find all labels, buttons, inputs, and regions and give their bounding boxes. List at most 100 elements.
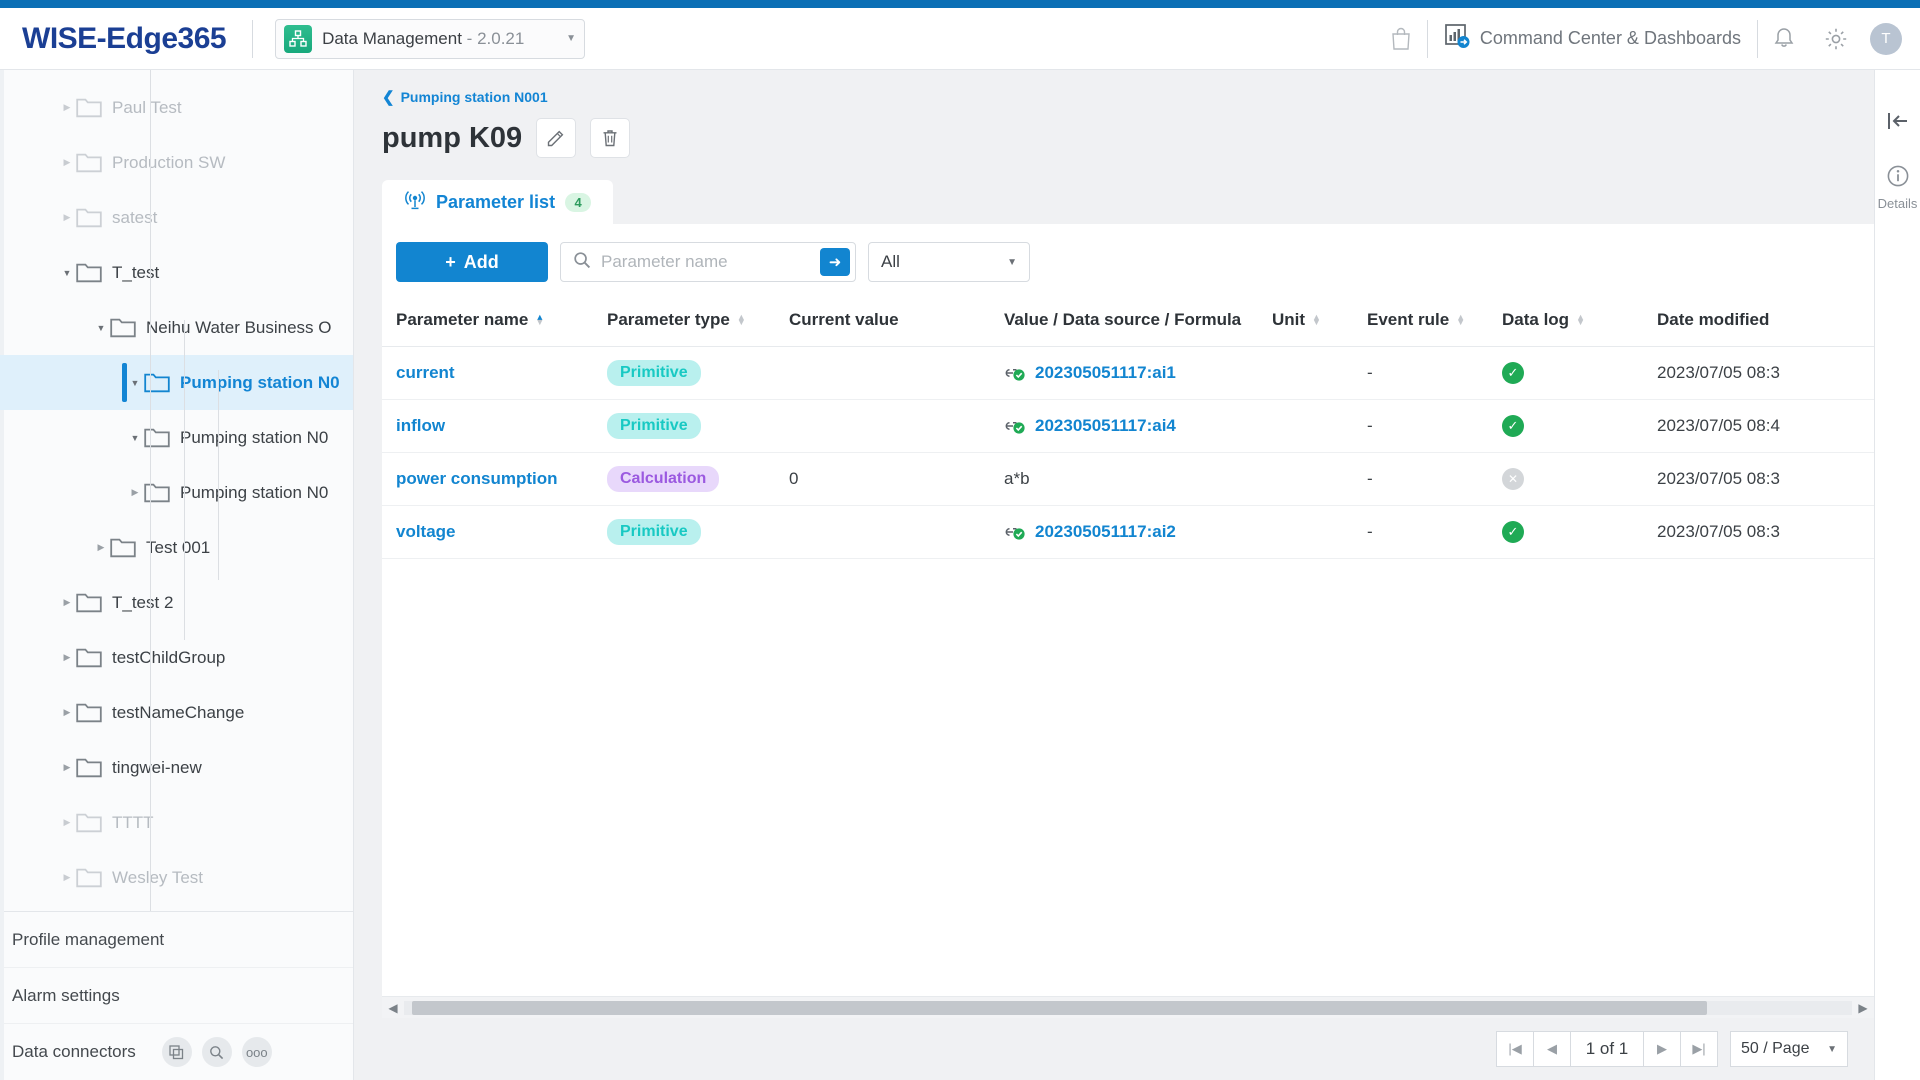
group-tree: ▶ Paul Test▶ Production SW▶ satest▼ T_te…	[0, 70, 353, 911]
scrollbar-thumb[interactable]	[412, 1001, 1707, 1015]
sidebar-item-alarm-settings[interactable]: Alarm settings	[0, 968, 353, 1024]
tree-toggle-caret-icon[interactable]: ▶	[58, 102, 76, 113]
data-log-disabled-icon: ✕	[1502, 468, 1524, 490]
gear-icon[interactable]	[1810, 8, 1862, 70]
tree-item[interactable]: ▼ Pumping station N0	[0, 410, 353, 465]
cell-parameter-name[interactable]: current	[382, 347, 607, 400]
cell-parameter-name[interactable]: voltage	[382, 506, 607, 559]
tree-item[interactable]: ▶ testNameChange	[0, 685, 353, 740]
add-button[interactable]: + Add	[396, 242, 548, 282]
horizontal-scrollbar[interactable]: ◀ ▶	[382, 996, 1874, 1018]
data-source-cell[interactable]: 202305051117:ai2	[1004, 522, 1272, 542]
col-data-log[interactable]: Data log▲▼	[1502, 296, 1657, 347]
cell-date-modified: 2023/07/05 08:3	[1657, 506, 1874, 559]
tree-toggle-caret-icon[interactable]: ▶	[58, 872, 76, 883]
copy-icon[interactable]	[162, 1037, 192, 1067]
tree-toggle-caret-icon[interactable]: ▶	[92, 542, 110, 553]
module-selector[interactable]: Data Management - 2.0.21 ▼	[275, 19, 585, 59]
data-log-enabled-icon: ✓	[1502, 415, 1524, 437]
search-submit-button[interactable]: ➜	[820, 248, 850, 276]
header-right: Command Center & Dashboards T	[1375, 8, 1920, 69]
search-input[interactable]: Parameter name	[601, 252, 820, 272]
tree-item[interactable]: ▶ Wesley Test	[0, 850, 353, 905]
cell-unit	[1272, 506, 1367, 559]
tree-toggle-caret-icon[interactable]: ▶	[58, 597, 76, 608]
parameter-table-wrap: Parameter name▲▼ Parameter type▲▼ Curren…	[382, 296, 1874, 996]
scroll-right-arrow-icon[interactable]: ▶	[1856, 1001, 1870, 1015]
tree-toggle-caret-icon[interactable]: ▶	[58, 652, 76, 663]
cell-parameter-name[interactable]: inflow	[382, 400, 607, 453]
col-event-rule[interactable]: Event rule▲▼	[1367, 296, 1502, 347]
last-page-button[interactable]: ▶|	[1680, 1031, 1718, 1067]
tree-item[interactable]: ▶ Paul Test	[0, 80, 353, 135]
shopping-bag-icon[interactable]	[1375, 8, 1427, 70]
sidebar-item-data-connectors[interactable]: Data connectors	[0, 1024, 353, 1080]
table-row[interactable]: power consumptionCalculation0a*b-✕2023/0…	[382, 453, 1874, 506]
tree-item[interactable]: ▶ TTTT	[0, 795, 353, 850]
tree-item[interactable]: ▼ Pumping station N0	[0, 355, 353, 410]
cell-date-modified: 2023/07/05 08:3	[1657, 453, 1874, 506]
tree-item-label: Paul Test	[112, 98, 182, 118]
tree-toggle-caret-icon[interactable]: ▶	[58, 817, 76, 828]
tree-item[interactable]: ▶ Production SW	[0, 135, 353, 190]
parameter-name-link[interactable]: current	[396, 363, 455, 382]
tab-parameter-list[interactable]: Parameter list 4	[382, 180, 613, 224]
tree-toggle-caret-icon[interactable]: ▼	[126, 378, 144, 388]
tree-toggle-caret-icon[interactable]: ▼	[58, 268, 76, 278]
scrollbar-track[interactable]	[404, 1001, 1852, 1015]
avatar[interactable]: T	[1870, 23, 1902, 55]
breadcrumb[interactable]: ❮ Pumping station N001	[382, 88, 1874, 106]
tree-toggle-caret-icon[interactable]: ▶	[58, 157, 76, 168]
tree-toggle-caret-icon[interactable]: ▶	[58, 212, 76, 223]
tree-toggle-caret-icon[interactable]: ▶	[58, 707, 76, 718]
data-source-link[interactable]: 202305051117:ai1	[1035, 363, 1176, 383]
delete-button[interactable]	[590, 118, 630, 158]
command-center-link[interactable]: Command Center & Dashboards	[1428, 23, 1757, 54]
tree-item[interactable]: ▼ T_test	[0, 245, 353, 300]
edit-button[interactable]	[536, 118, 576, 158]
table-row[interactable]: inflowPrimitive 202305051117:ai4-✓2023/0…	[382, 400, 1874, 453]
rail-item-details[interactable]: Details	[1878, 164, 1918, 211]
tree-item[interactable]: ▶ satest	[0, 190, 353, 245]
search-icon[interactable]	[202, 1037, 232, 1067]
scroll-left-arrow-icon[interactable]: ◀	[386, 1001, 400, 1015]
search-box[interactable]: Parameter name ➜	[560, 242, 856, 282]
tree-toggle-caret-icon[interactable]: ▶	[58, 762, 76, 773]
tree-toggle-caret-icon[interactable]: ▼	[92, 323, 110, 333]
tree-item[interactable]: ▶ Pumping station N0	[0, 465, 353, 520]
data-source-cell[interactable]: 202305051117:ai1	[1004, 363, 1272, 383]
right-rail: Details	[1874, 70, 1920, 1080]
prev-page-button[interactable]: ◀	[1533, 1031, 1571, 1067]
parameter-name-link[interactable]: voltage	[396, 522, 456, 541]
next-page-button[interactable]: ▶	[1643, 1031, 1681, 1067]
cell-parameter-name[interactable]: power consumption	[382, 453, 607, 506]
notification-bell-icon[interactable]	[1758, 8, 1810, 70]
tree-toggle-caret-icon[interactable]: ▶	[126, 487, 144, 498]
tree-item[interactable]: ▶ T_test 2	[0, 575, 353, 630]
col-parameter-type[interactable]: Parameter type▲▼	[607, 296, 789, 347]
col-parameter-name[interactable]: Parameter name▲▼	[382, 296, 607, 347]
collapse-panel-icon[interactable]	[1886, 110, 1910, 138]
tree-item[interactable]: ▼ Neihu Water Business O	[0, 300, 353, 355]
data-source-link[interactable]: 202305051117:ai4	[1035, 416, 1176, 436]
page-size-select[interactable]: 50 / Page ▼	[1730, 1031, 1848, 1067]
table-row[interactable]: voltagePrimitive 202305051117:ai2-✓2023/…	[382, 506, 1874, 559]
first-page-button[interactable]: |◀	[1496, 1031, 1534, 1067]
tree-toggle-caret-icon[interactable]: ▼	[126, 433, 144, 443]
data-source-cell[interactable]: 202305051117:ai4	[1004, 416, 1272, 436]
tree-guide-line	[184, 320, 185, 640]
tree-item[interactable]: ▶ testChildGroup	[0, 630, 353, 685]
data-source-link[interactable]: 202305051117:ai2	[1035, 522, 1176, 542]
table-row[interactable]: currentPrimitive 202305051117:ai1-✓2023/…	[382, 347, 1874, 400]
sidebar-item-profile-management[interactable]: Profile management	[0, 912, 353, 968]
more-options-icon[interactable]: ooo	[242, 1037, 272, 1067]
type-filter-select[interactable]: All ▼	[868, 242, 1030, 282]
parameter-name-link[interactable]: power consumption	[396, 469, 558, 488]
page-indicator: 1 of 1	[1570, 1031, 1644, 1067]
col-unit[interactable]: Unit▲▼	[1272, 296, 1367, 347]
header-divider	[252, 20, 253, 58]
cell-event-rule: -	[1367, 347, 1502, 400]
parameter-name-link[interactable]: inflow	[396, 416, 445, 435]
tree-item[interactable]: ▶ tingwei-new	[0, 740, 353, 795]
tree-item[interactable]: ▶ Test 001	[0, 520, 353, 575]
